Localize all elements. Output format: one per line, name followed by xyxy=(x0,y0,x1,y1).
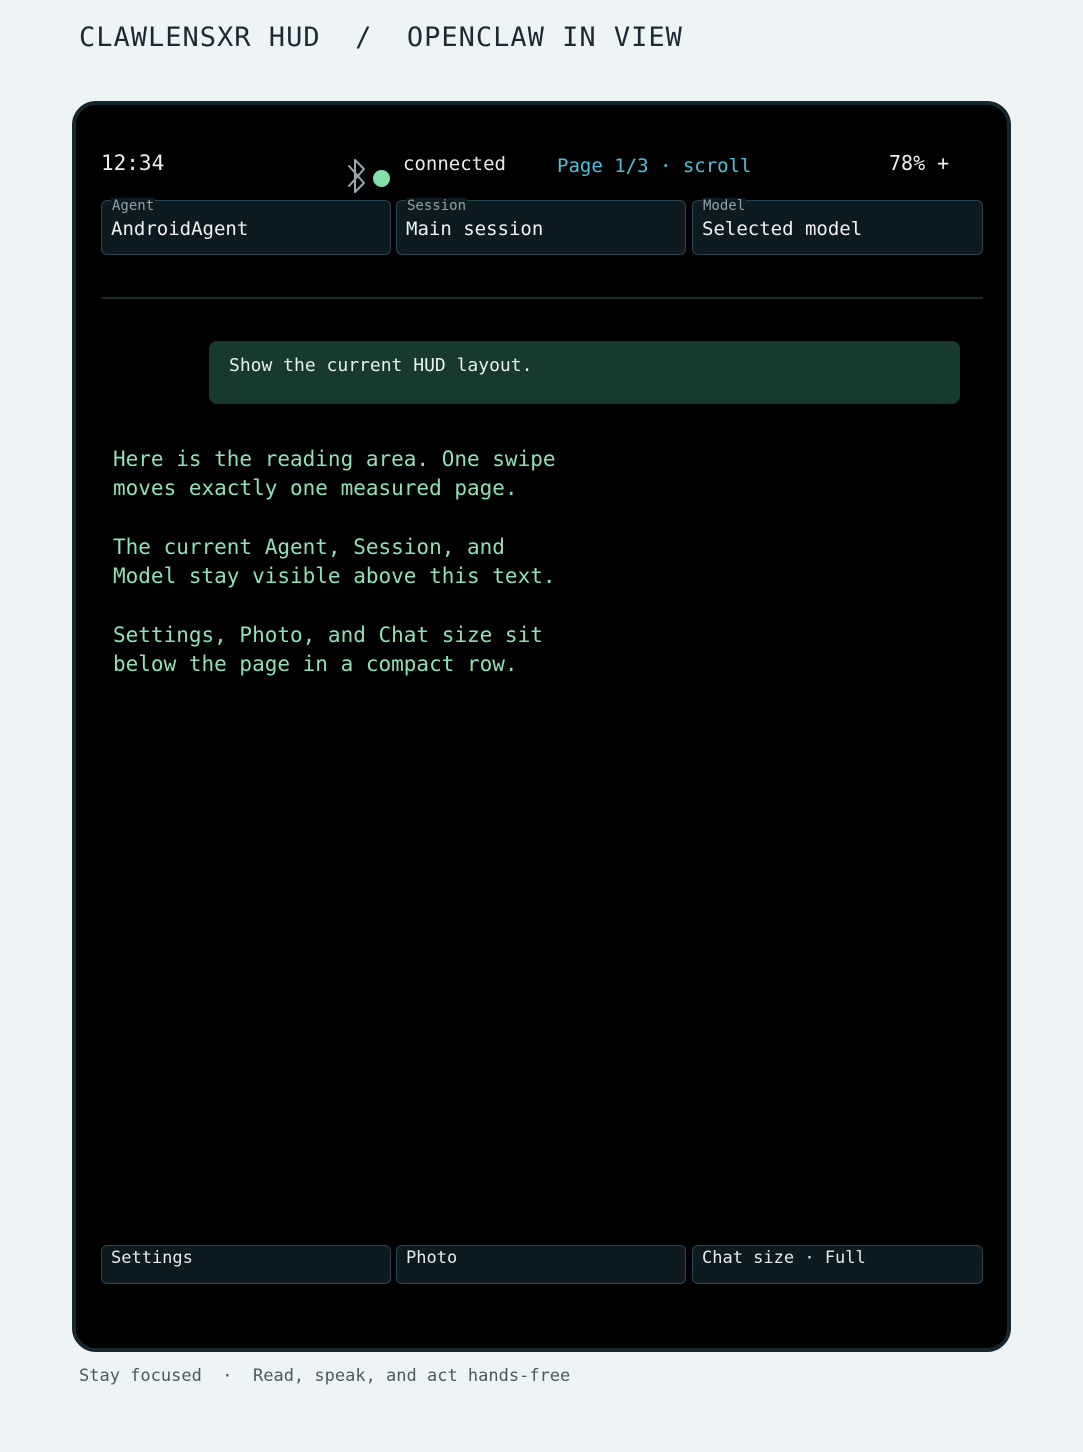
photo-button[interactable]: Photo xyxy=(396,1245,686,1284)
chat-size-button[interactable]: Chat size · Full xyxy=(692,1245,983,1284)
agent-label: Agent xyxy=(111,198,156,214)
divider xyxy=(101,297,983,299)
settings-button[interactable]: Settings xyxy=(101,1245,391,1284)
status-bar: 12:34 connected Page 1/3 · scroll 78% + xyxy=(76,105,1007,205)
page-title: CLAWLENSXR HUD / OPENCLAW IN VIEW xyxy=(79,22,683,53)
user-message-bubble: Show the current HUD layout. xyxy=(209,341,960,404)
page-indicator: Page 1/3 · scroll xyxy=(557,155,752,177)
reading-area[interactable]: Here is the reading area. One swipe move… xyxy=(113,445,673,709)
session-value: Main session xyxy=(406,218,544,240)
agent-selector[interactable]: Agent AndroidAgent xyxy=(101,198,391,255)
bluetooth-icon xyxy=(348,159,365,193)
model-value: Selected model xyxy=(702,218,863,240)
agent-value: AndroidAgent xyxy=(111,218,249,240)
connection-indicator-dot xyxy=(373,170,390,187)
reply-paragraph: Settings, Photo, and Chat size sit below… xyxy=(113,622,543,677)
photo-button-label: Photo xyxy=(406,1248,458,1268)
session-selector[interactable]: Session Main session xyxy=(396,198,686,255)
footer-tagline: Stay focused · Read, speak, and act hand… xyxy=(79,1366,571,1386)
reply-paragraph: The current Agent, Session, and Model st… xyxy=(113,534,556,589)
connection-status: connected xyxy=(403,153,506,175)
user-message-text: Show the current HUD layout. xyxy=(229,355,533,376)
clock: 12:34 xyxy=(101,151,165,175)
reply-paragraph: Here is the reading area. One swipe move… xyxy=(113,447,556,501)
battery-status: 78% + xyxy=(889,151,950,175)
model-label: Model xyxy=(702,198,747,214)
session-label: Session xyxy=(406,198,468,214)
hud-device-frame: 12:34 connected Page 1/3 · scroll 78% + … xyxy=(72,101,1011,1352)
settings-button-label: Settings xyxy=(111,1248,193,1268)
model-selector[interactable]: Model Selected model xyxy=(692,198,983,255)
chat-size-button-label: Chat size · Full xyxy=(702,1248,866,1268)
